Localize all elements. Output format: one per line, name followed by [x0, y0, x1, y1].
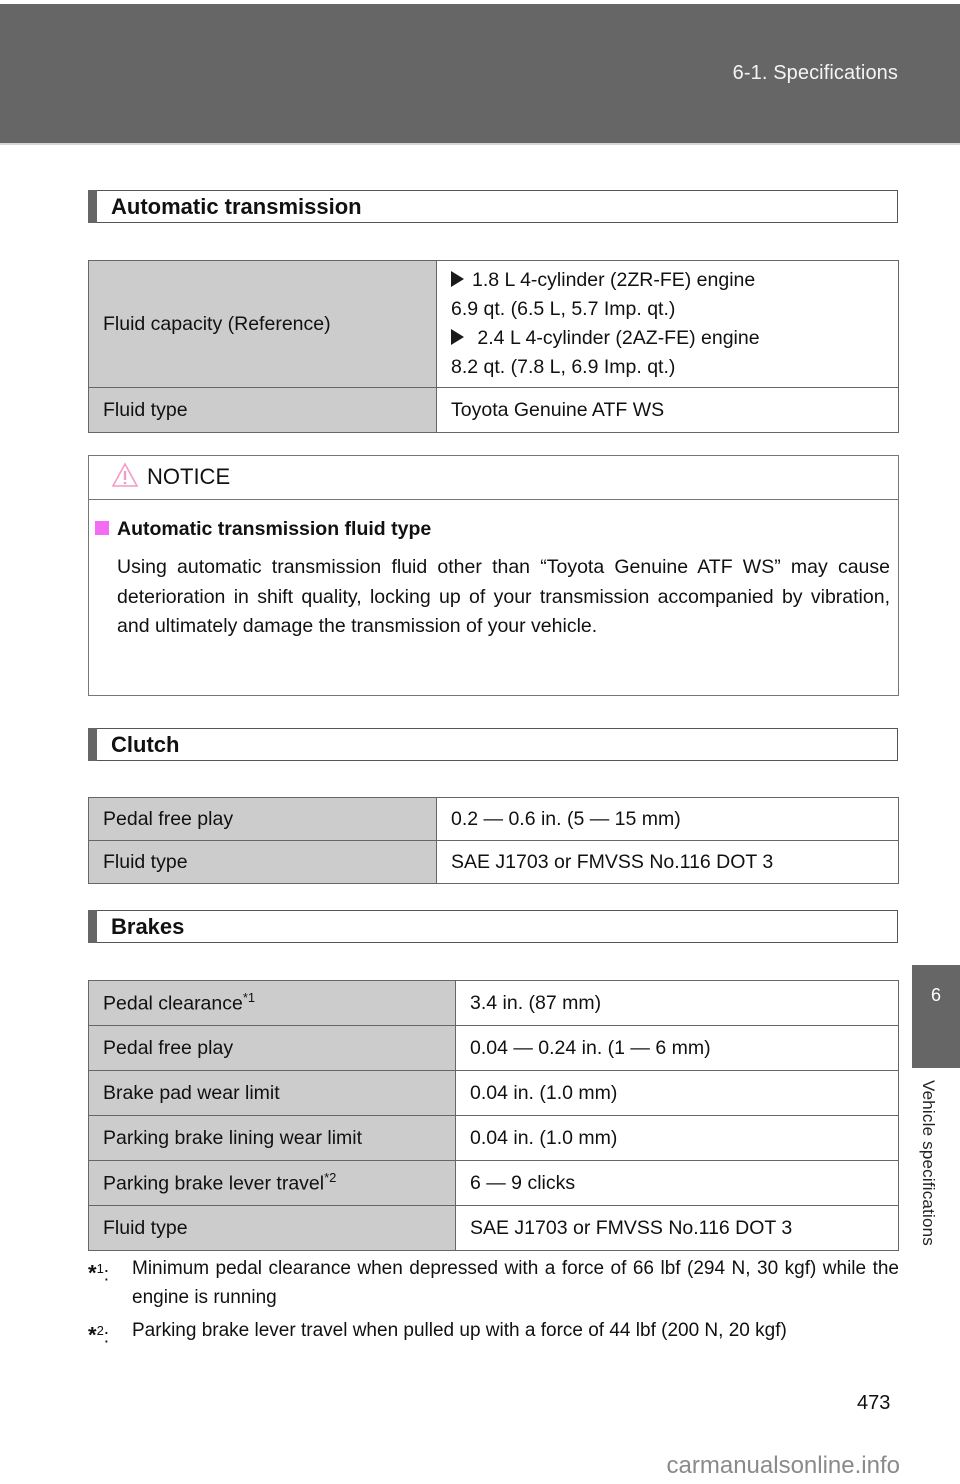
- row-label-text: Pedal clearance: [103, 992, 243, 1015]
- notice-body: Using automatic transmission fluid other…: [117, 556, 890, 637]
- section-header-bar: [88, 910, 97, 943]
- row-label: Parking brake lever travel*2: [88, 1160, 456, 1206]
- notice-subheading-text: Automatic transmission fluid type: [117, 518, 432, 540]
- warning-triangle-icon: [111, 462, 139, 487]
- section-header-clutch: Clutch: [88, 728, 898, 761]
- footnote: *2: Parking brake lever travel when pull…: [88, 1316, 899, 1347]
- clutch-table: Pedal free play 0.2 — 0.6 in. (5 — 15 mm…: [88, 797, 899, 884]
- footnote-text: Parking brake lever travel when pulled u…: [132, 1320, 787, 1341]
- section-header-brakes: Brakes: [88, 910, 898, 943]
- capacity-value: 6.9 qt. (6.5 L, 5.7 Imp. qt.): [451, 298, 676, 320]
- table-row: Pedal clearance*1 3.4 in. (87 mm): [88, 980, 899, 1026]
- arrow-right-icon: [451, 329, 464, 345]
- footnote: *1: Minimum pedal clearance when depress…: [88, 1254, 899, 1312]
- footnote-text: Minimum pedal clearance when depressed w…: [132, 1258, 899, 1308]
- engine-label: 2.4 L 4-cylinder (2AZ-FE) engine: [477, 327, 760, 349]
- section-header-bar: [88, 728, 97, 761]
- table-row: Parking brake lining wear limit 0.04 in.…: [88, 1115, 899, 1161]
- page-number: 473: [857, 1392, 891, 1414]
- table-row: Fluid capacity (Reference) 1.8 L 4-cylin…: [88, 260, 899, 388]
- row-label: Pedal clearance*1: [88, 980, 456, 1026]
- footnote-marker: *1:: [88, 1260, 110, 1286]
- arrow-right-icon: [451, 271, 464, 287]
- row-label-text: Parking brake lever travel: [103, 1172, 325, 1195]
- row-value: 0.04 in. (1.0 mm): [455, 1070, 899, 1116]
- row-value: 0.2 — 0.6 in. (5 — 15 mm): [436, 797, 899, 841]
- chapter-tab: 6: [912, 965, 960, 1068]
- capacity-value: 8.2 qt. (7.8 L, 6.9 Imp. qt.): [451, 356, 676, 378]
- row-label: Pedal free play: [88, 797, 437, 841]
- chapter-title: Vehicle specifications: [919, 1080, 938, 1246]
- table-row: Pedal free play 0.04 — 0.24 in. (1 — 6 m…: [88, 1025, 899, 1071]
- row-label: Fluid capacity (Reference): [88, 260, 437, 388]
- table-row: Brake pad wear limit 0.04 in. (1.0 mm): [88, 1070, 899, 1116]
- section-reference: 6-1. Specifications: [732, 62, 898, 84]
- section-title: Brakes: [111, 914, 185, 939]
- square-bullet-icon: [95, 521, 109, 535]
- table-row: Parking brake lever travel*2 6 — 9 click…: [88, 1160, 899, 1206]
- watermark: carmanualsonline.info: [666, 1452, 900, 1479]
- table-row: Pedal free play 0.2 — 0.6 in. (5 — 15 mm…: [88, 797, 899, 841]
- row-value: SAE J1703 or FMVSS No.116 DOT 3: [455, 1205, 899, 1251]
- footnotes: *1: Minimum pedal clearance when depress…: [88, 1254, 899, 1349]
- engine-entry: 2.4 L 4-cylinder (2AZ-FE) engine: [451, 324, 884, 353]
- footnote-ref: *2: [324, 1170, 337, 1186]
- footnote-marker: *2:: [88, 1322, 110, 1348]
- row-label: Brake pad wear limit: [88, 1070, 456, 1116]
- engine-label: 1.8 L 4-cylinder (2ZR-FE) engine: [472, 269, 756, 291]
- footnote-ref: *1: [242, 990, 256, 1006]
- row-label: Pedal free play: [88, 1025, 456, 1071]
- row-label: Fluid type: [88, 387, 437, 433]
- notice-label: NOTICE: [147, 464, 231, 489]
- row-value: 3.4 in. (87 mm): [455, 980, 899, 1026]
- section-header-automatic-transmission: Automatic transmission: [88, 190, 898, 223]
- row-value: Toyota Genuine ATF WS: [436, 387, 899, 433]
- chapter-number: 6: [930, 985, 941, 1005]
- section-header-bar: [88, 190, 97, 223]
- row-label: Fluid type: [88, 840, 437, 884]
- row-value: 0.04 — 0.24 in. (1 — 6 mm): [455, 1025, 899, 1071]
- row-value: 0.04 in. (1.0 mm): [455, 1115, 899, 1161]
- row-value: 1.8 L 4-cylinder (2ZR-FE) engine 6.9 qt.…: [436, 260, 899, 388]
- row-label: Parking brake lining wear limit: [88, 1115, 456, 1161]
- notice-subheading: Automatic transmission fluid type: [95, 518, 431, 541]
- automatic-transmission-table: Fluid capacity (Reference) 1.8 L 4-cylin…: [88, 260, 899, 433]
- row-value: 6 — 9 clicks: [455, 1160, 899, 1206]
- notice-header: NOTICE: [89, 456, 898, 500]
- notice-box: NOTICE Automatic transmission fluid type…: [88, 455, 899, 696]
- section-title: Automatic transmission: [111, 194, 362, 219]
- engine-entry: 1.8 L 4-cylinder (2ZR-FE) engine: [451, 266, 884, 295]
- table-row: Fluid type SAE J1703 or FMVSS No.116 DOT…: [88, 840, 899, 884]
- table-row: Fluid type SAE J1703 or FMVSS No.116 DOT…: [88, 1205, 899, 1251]
- page-header-band: 6-1. Specifications: [0, 4, 960, 145]
- row-value: SAE J1703 or FMVSS No.116 DOT 3: [436, 840, 899, 884]
- brakes-table: Pedal clearance*1 3.4 in. (87 mm) Pedal …: [88, 980, 899, 1251]
- table-row: Fluid type Toyota Genuine ATF WS: [88, 387, 899, 433]
- section-title: Clutch: [111, 732, 180, 757]
- row-label: Fluid type: [88, 1205, 456, 1251]
